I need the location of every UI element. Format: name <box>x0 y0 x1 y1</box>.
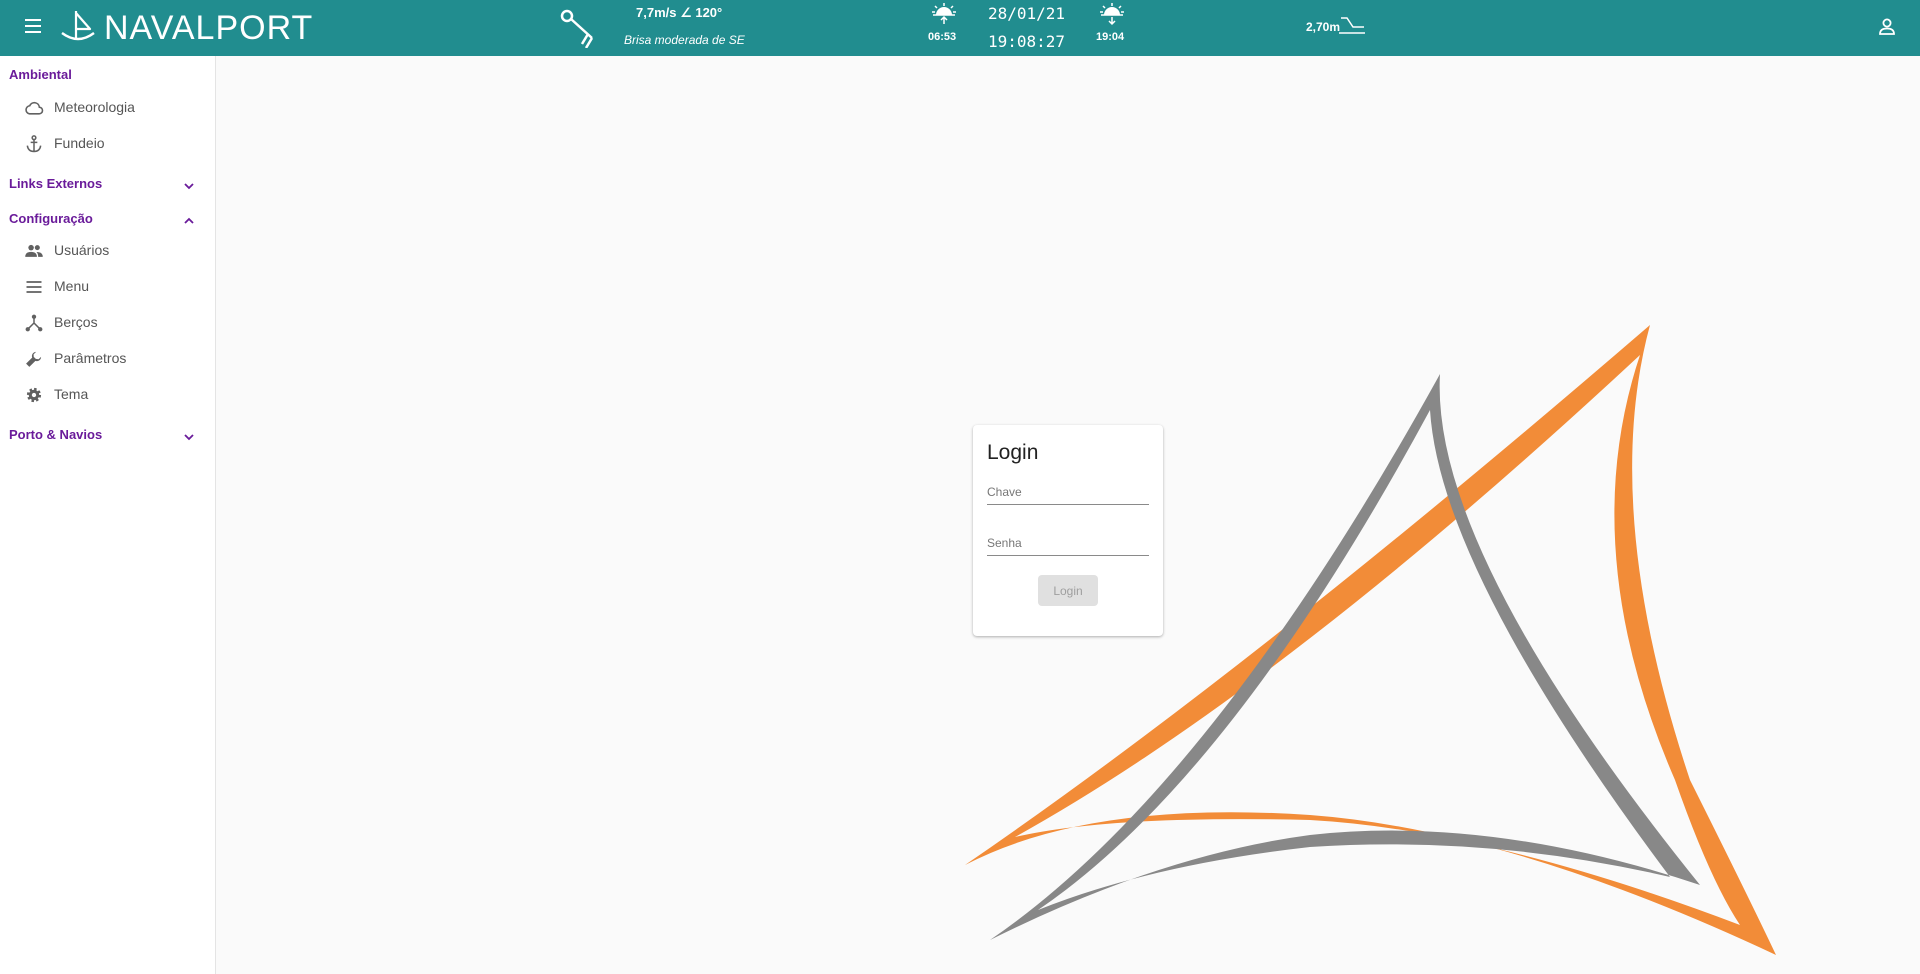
sidebar-item-usuarios[interactable]: Usuários <box>0 234 215 266</box>
sunrise-time: 06:53 <box>928 31 957 43</box>
tide-level-value: 2,70m <box>1306 20 1341 34</box>
section-links-externos[interactable]: Links Externos <box>9 176 102 191</box>
wind-description: Brisa moderada de SE <box>624 33 745 47</box>
gear-icon <box>26 387 42 403</box>
wind-speed-value: 7,7m/s ∠ 120° <box>636 5 723 20</box>
hub-icon <box>25 314 43 332</box>
section-configuracao[interactable]: Configuração <box>9 211 93 226</box>
background-sail-art <box>965 325 1776 955</box>
login-card: Login Login <box>973 425 1163 636</box>
sidebar-item-parametros[interactable]: Parâmetros <box>0 342 215 374</box>
top-app-bar: NAVALPORT 7,7m/s ∠ 120° Brisa moderada d… <box>0 0 1920 56</box>
sidebar-item-label: Meteorologia <box>54 99 135 115</box>
cloud-icon <box>25 101 44 115</box>
sidebar-item-label: Usuários <box>54 242 110 258</box>
sunrise-icon <box>932 3 956 24</box>
section-ambiental[interactable]: Ambiental <box>9 67 72 82</box>
login-button[interactable]: Login <box>1038 575 1098 606</box>
wind-direction-icon <box>560 9 594 48</box>
sidebar-item-label: Menu <box>54 278 90 294</box>
hamburger-menu-button[interactable] <box>20 15 46 41</box>
chevron-down-icon[interactable] <box>182 179 196 193</box>
chevron-down-icon[interactable] <box>182 430 196 444</box>
tide-icon <box>1339 17 1365 34</box>
sunset-icon <box>1100 3 1124 26</box>
sidebar-item-label: Tema <box>54 386 89 402</box>
sunset-time: 19:04 <box>1096 31 1125 43</box>
sidebar-nav: Ambiental Meteorologia Fundeio Links Ext… <box>0 56 216 974</box>
sidebar-item-label: Parâmetros <box>54 350 127 366</box>
chevron-up-icon[interactable] <box>182 214 196 228</box>
user-account-icon[interactable] <box>1876 16 1898 38</box>
section-porto-navios[interactable]: Porto & Navios <box>9 427 102 442</box>
current-time: 19:08:27 <box>988 32 1066 51</box>
sidebar-item-tema[interactable]: Tema <box>0 378 215 410</box>
app-brand-title: NAVALPORT <box>104 9 314 47</box>
sidebar-item-label: Berços <box>54 314 98 330</box>
sidebar-item-meteorologia[interactable]: Meteorologia <box>0 91 215 123</box>
wrench-icon <box>26 351 42 367</box>
people-icon <box>25 244 43 257</box>
navalport-logo-icon <box>61 11 95 41</box>
sidebar-item-menu[interactable]: Menu <box>0 270 215 302</box>
sidebar-item-label: Fundeio <box>54 135 105 151</box>
anchor-icon <box>26 135 42 153</box>
sidebar-item-bercos[interactable]: Berços <box>0 306 215 338</box>
menu-lines-icon <box>26 281 42 293</box>
key-input[interactable] <box>987 481 1149 505</box>
current-date: 28/01/21 <box>988 4 1066 23</box>
sidebar-item-fundeio[interactable]: Fundeio <box>0 127 215 159</box>
login-title: Login <box>987 441 1039 464</box>
password-input[interactable] <box>987 532 1149 556</box>
